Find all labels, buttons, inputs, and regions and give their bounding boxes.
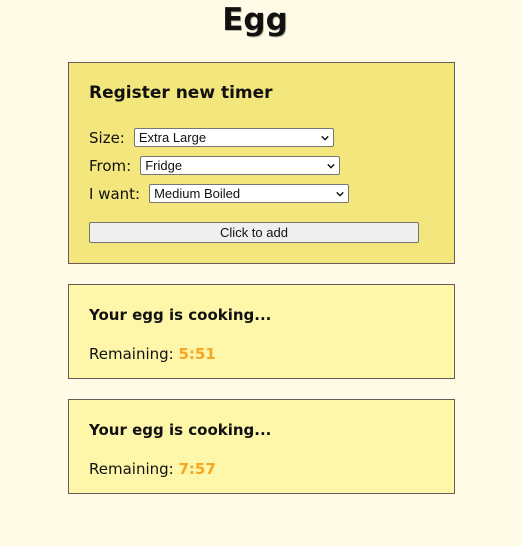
size-label: Size: [89,128,125,147]
register-timer-card: Register new timer Size: Extra Large Fro… [68,62,455,264]
size-row: Size: Extra Large [89,128,334,147]
want-select-value: Medium Boiled [154,186,241,201]
chevron-down-icon [327,163,335,169]
timer-title: Your egg is cooking... [89,421,272,439]
timer-title: Your egg is cooking... [89,306,272,324]
remaining-label: Remaining: [89,460,174,478]
from-select-value: Fridge [145,158,183,173]
from-select[interactable]: Fridge [140,156,341,175]
want-row: I want: Medium Boiled [89,184,350,203]
page-title: Egg [222,2,288,38]
want-select[interactable]: Medium Boiled [149,184,350,203]
size-select-value: Extra Large [138,130,207,145]
remaining-label: Remaining: [89,345,174,363]
remaining-row: Remaining: 5:51 [89,345,216,363]
remaining-time: 7:57 [178,460,216,478]
remaining-time: 5:51 [178,345,216,363]
remaining-row: Remaining: 7:57 [89,460,216,478]
timer-card: Your egg is cooking... Remaining: 5:51 [68,284,455,379]
want-label: I want: [89,184,141,203]
from-label: From: [89,156,132,175]
add-timer-button[interactable]: Click to add [89,222,419,243]
size-select[interactable]: Extra Large [133,128,334,147]
timer-card: Your egg is cooking... Remaining: 7:57 [68,399,455,494]
chevron-down-icon [336,191,344,197]
from-row: From: Fridge [89,156,341,175]
chevron-down-icon [321,135,329,141]
register-card-title: Register new timer [89,83,273,103]
